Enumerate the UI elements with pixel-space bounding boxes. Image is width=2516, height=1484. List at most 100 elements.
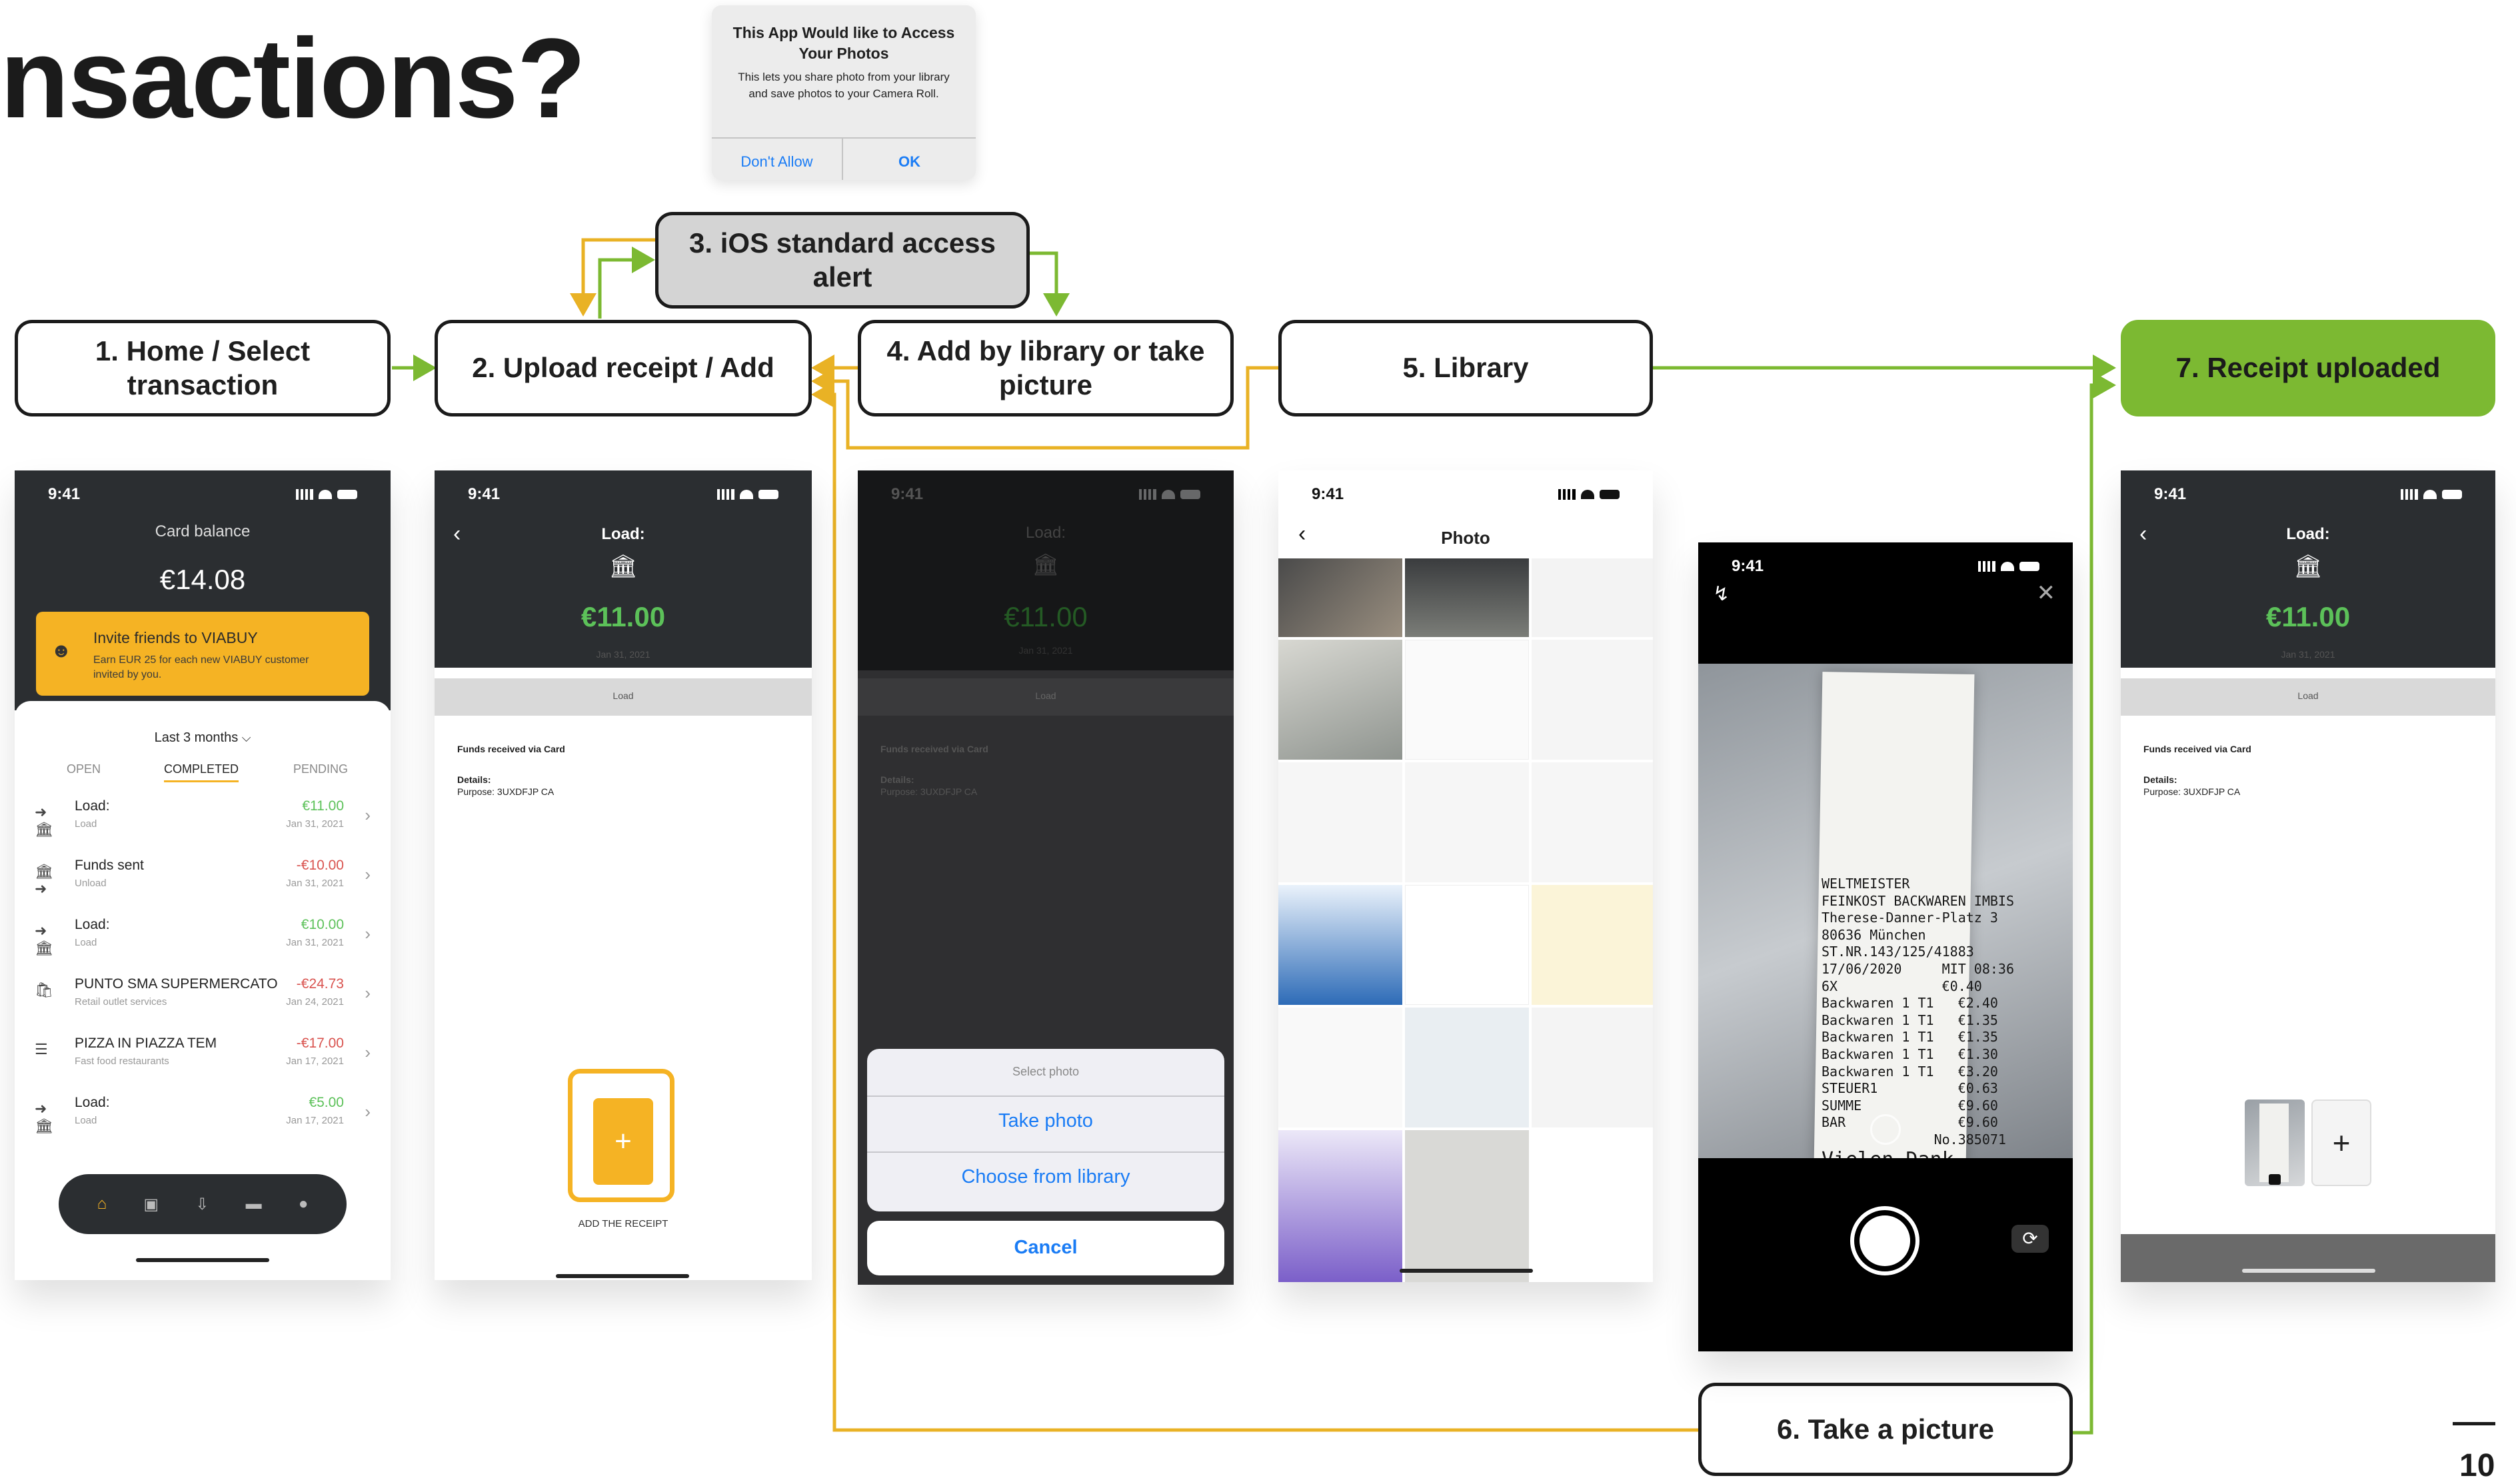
home-icon[interactable]: ⌂ bbox=[97, 1195, 107, 1213]
add-another-button[interactable]: + bbox=[2311, 1100, 2371, 1186]
transaction-date: Jan 17, 2021 bbox=[286, 1115, 344, 1126]
cancel-button[interactable]: Cancel bbox=[867, 1237, 1224, 1259]
photo-thumb[interactable] bbox=[1405, 762, 1529, 882]
screen-receipt-uploaded: 9:41 ‹ Load: 🏛 €11.00 Jan 31, 2021 Load … bbox=[2121, 470, 2495, 1282]
receipt-line: BAR €9.60 bbox=[1822, 1114, 1998, 1131]
receipt-line: FEINKOST BACKWAREN IMBIS bbox=[1822, 892, 2014, 909]
chevron-down-icon: ⌵ bbox=[241, 731, 251, 744]
photo-grid bbox=[1278, 558, 1653, 1282]
photo-thumb[interactable] bbox=[1278, 558, 1402, 637]
photo-thumb[interactable] bbox=[1532, 885, 1653, 1005]
receipt-line: No.385071 bbox=[1822, 1131, 2006, 1147]
photo-thumb-receipt[interactable] bbox=[1405, 1130, 1529, 1282]
send-icon: 🏛➜ bbox=[35, 863, 53, 897]
alert-title: This App Would like to Access Your Photo… bbox=[732, 24, 955, 63]
dont-allow-button[interactable]: Don't Allow bbox=[712, 153, 842, 171]
choose-library-button[interactable]: Choose from library bbox=[867, 1166, 1224, 1188]
transaction-category: Load bbox=[75, 818, 97, 830]
photo-thumb[interactable] bbox=[1278, 1130, 1402, 1282]
chevron-right-icon: › bbox=[365, 983, 371, 1003]
receipt-line: WELTMEISTER bbox=[1822, 876, 1910, 892]
photo-thumb[interactable] bbox=[1532, 1130, 1653, 1282]
transaction-amount: €11.00 bbox=[302, 798, 344, 814]
transaction-date: Jan 31, 2021 bbox=[286, 878, 344, 889]
status-time: 9:41 bbox=[1312, 485, 1344, 503]
receipt-text: WELTMEISTER FEINKOST BACKWAREN IMBIS There… bbox=[1822, 876, 2014, 1158]
ok-button[interactable]: OK bbox=[843, 153, 976, 171]
transaction-row[interactable]: ➜🏛 Load: Load €5.00 Jan 17, 2021 › bbox=[35, 1091, 371, 1144]
flash-icon[interactable]: ↯ bbox=[1713, 582, 1730, 606]
period-selector[interactable]: Last 3 months ⌵ bbox=[15, 730, 391, 746]
photo-thumb[interactable] bbox=[1278, 762, 1402, 882]
profile-icon[interactable]: ● bbox=[299, 1195, 309, 1213]
add-receipt-button[interactable]: + bbox=[593, 1098, 653, 1185]
receipt-thumbnail[interactable] bbox=[2245, 1100, 2305, 1186]
transaction-amount: €5.00 bbox=[309, 1095, 344, 1110]
transaction-date: Jan 31, 2021 bbox=[286, 818, 344, 830]
card-balance-label: Card balance bbox=[155, 522, 251, 540]
receipt-line: SUMME €9.60 bbox=[1822, 1097, 1998, 1113]
funds-label: Funds received via Card bbox=[2143, 744, 2251, 754]
shutter-button[interactable] bbox=[1850, 1206, 1919, 1275]
details-label: Details: bbox=[880, 774, 914, 785]
shopping-bag-icon: 🛍 bbox=[35, 982, 53, 998]
transaction-amount: €10.00 bbox=[301, 917, 344, 932]
transaction-name: Funds sent bbox=[75, 858, 144, 873]
home-indicator bbox=[136, 1258, 269, 1262]
screen-camera: 9:41 ↯ ✕ WELTMEISTER FEINKOST BACKWAREN I… bbox=[1698, 542, 2073, 1351]
signal-icon bbox=[1558, 489, 1576, 500]
transfer-icon[interactable]: ⇩ bbox=[195, 1195, 209, 1214]
transaction-row[interactable]: 🛍 PUNTO SMA SUPERMERCATO Retail outlet ser… bbox=[35, 972, 371, 1026]
camera-viewfinder: WELTMEISTER FEINKOST BACKWAREN IMBIS There… bbox=[1698, 664, 2073, 1158]
load-title: Load: bbox=[1025, 524, 1066, 542]
transaction-category: Unload bbox=[75, 878, 107, 889]
transaction-row[interactable]: ➜🏛 Load: Load €10.00 Jan 31, 2021 › bbox=[35, 913, 371, 966]
delete-icon[interactable] bbox=[2269, 1174, 2281, 1185]
take-photo-button[interactable]: Take photo bbox=[867, 1110, 1224, 1132]
promo-text: Earn EUR 25 for each new VIABUY customer… bbox=[93, 654, 309, 680]
receipt-line: 6X €0.40 bbox=[1822, 978, 1982, 994]
home-indicator bbox=[2242, 1269, 2375, 1273]
transaction-row[interactable]: 🏛➜ Funds sent Unload -€10.00 Jan 31, 2021 › bbox=[35, 854, 371, 907]
screen-action-sheet: 9:41 Load: 🏛 €11.00 Jan 31, 2021 Load Fu… bbox=[858, 470, 1234, 1285]
photo-thumb[interactable] bbox=[1278, 640, 1402, 760]
purpose-text: Purpose: 3UXDFJP CA bbox=[457, 786, 555, 797]
photo-thumb[interactable] bbox=[1278, 885, 1402, 1005]
home-indicator bbox=[1400, 1269, 1533, 1273]
transaction-name: PIZZA IN PIAZZA TEM bbox=[75, 1036, 217, 1051]
photo-thumb[interactable] bbox=[1532, 1008, 1653, 1127]
status-time: 9:41 bbox=[891, 485, 924, 503]
bank-icon: 🏛 bbox=[609, 554, 638, 579]
screen-home: 9:41 Card balance €14.08 ☻ Invite friend… bbox=[15, 470, 391, 1280]
photo-thumb[interactable] bbox=[1405, 640, 1529, 760]
transaction-row[interactable]: ➜🏛 Load: Load €11.00 Jan 31, 2021 › bbox=[35, 794, 371, 848]
switch-camera-icon[interactable]: ⟳ bbox=[2011, 1225, 2049, 1253]
promo-banner[interactable]: ☻ Invite friends to VIABUY Earn EUR 25 f… bbox=[36, 612, 369, 696]
photo-thumb[interactable] bbox=[1278, 1008, 1402, 1127]
tab-pending[interactable]: PENDING bbox=[293, 762, 348, 776]
tab-completed[interactable]: COMPLETED bbox=[164, 762, 239, 782]
photo-thumb[interactable] bbox=[1405, 558, 1529, 637]
photo-thumb[interactable] bbox=[1405, 885, 1529, 1005]
tab-open[interactable]: OPEN bbox=[67, 762, 101, 776]
photo-thumb[interactable] bbox=[1532, 762, 1653, 882]
screen-load: 9:41 ‹ Load: 🏛 €11.00 Jan 31, 2021 Load … bbox=[435, 470, 812, 1280]
load-amount: €11.00 bbox=[1004, 601, 1088, 632]
receipt-line: Backwaren 1 T1 €1.35 bbox=[1822, 1012, 1998, 1028]
photo-thumb[interactable] bbox=[1532, 558, 1653, 637]
battery-icon bbox=[337, 490, 357, 499]
arrow-6-to-7 bbox=[2071, 372, 2116, 1435]
transaction-row[interactable]: ☰ PIZZA IN PIAZZA TEM Fast food restaurant… bbox=[35, 1032, 371, 1085]
load-icon: ➜🏛 bbox=[35, 922, 53, 956]
close-icon[interactable]: ✕ bbox=[2037, 580, 2056, 606]
photo-thumb[interactable] bbox=[1405, 1008, 1529, 1127]
signal-icon bbox=[1139, 489, 1156, 500]
transaction-date: Jan 24, 2021 bbox=[286, 996, 344, 1008]
battery-icon bbox=[1180, 490, 1200, 499]
card-icon[interactable]: ▬ bbox=[246, 1195, 262, 1213]
wallet-icon[interactable]: ▣ bbox=[143, 1195, 159, 1214]
photo-thumb[interactable] bbox=[1532, 640, 1653, 760]
receipt-line: Backwaren 1 T1 €1.30 bbox=[1822, 1046, 1998, 1062]
step-1-home: 1. Home / Select transaction bbox=[15, 320, 391, 416]
chevron-right-icon: › bbox=[365, 805, 371, 825]
